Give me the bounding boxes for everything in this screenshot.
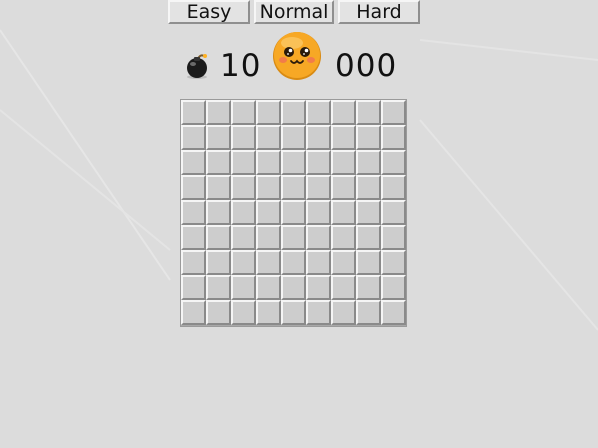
board-cell[interactable] <box>331 150 356 175</box>
board-cell[interactable] <box>331 125 356 150</box>
board-cell[interactable] <box>181 125 206 150</box>
board-cell[interactable] <box>306 200 331 225</box>
board-cell[interactable] <box>181 200 206 225</box>
board-cell[interactable] <box>281 300 306 325</box>
board-cell[interactable] <box>306 125 331 150</box>
board-cell[interactable] <box>381 125 406 150</box>
smiley-face-icon[interactable] <box>270 28 324 82</box>
board-cell[interactable] <box>356 300 381 325</box>
board-cell[interactable] <box>331 175 356 200</box>
easy-button[interactable]: Easy <box>168 0 250 24</box>
board-cell[interactable] <box>181 225 206 250</box>
board-cell[interactable] <box>256 275 281 300</box>
board-cell[interactable] <box>206 225 231 250</box>
board-cell[interactable] <box>256 100 281 125</box>
board-cell[interactable] <box>256 200 281 225</box>
board-cell[interactable] <box>281 125 306 150</box>
board-cell[interactable] <box>231 225 256 250</box>
board-cell[interactable] <box>331 200 356 225</box>
board-cell[interactable] <box>331 300 356 325</box>
board-cell[interactable] <box>206 175 231 200</box>
status-bar: 10 000 <box>180 28 410 92</box>
board-cell[interactable] <box>356 125 381 150</box>
board-cell[interactable] <box>381 250 406 275</box>
board-cell[interactable] <box>206 125 231 150</box>
board-cell[interactable] <box>381 275 406 300</box>
difficulty-selector: Easy Normal Hard <box>168 0 420 24</box>
board-cell[interactable] <box>181 150 206 175</box>
board-cell[interactable] <box>256 300 281 325</box>
board-cell[interactable] <box>356 200 381 225</box>
board-cell[interactable] <box>256 175 281 200</box>
game-board <box>180 99 407 327</box>
board-cell[interactable] <box>206 275 231 300</box>
board-cell[interactable] <box>256 225 281 250</box>
board-cell[interactable] <box>331 100 356 125</box>
board-cell[interactable] <box>381 225 406 250</box>
board-cell[interactable] <box>331 275 356 300</box>
board-cell[interactable] <box>356 275 381 300</box>
board-cell[interactable] <box>306 175 331 200</box>
board-cell[interactable] <box>256 150 281 175</box>
board-cell[interactable] <box>231 250 256 275</box>
board-cell[interactable] <box>181 175 206 200</box>
board-cell[interactable] <box>306 100 331 125</box>
board-cell[interactable] <box>306 150 331 175</box>
board-cell[interactable] <box>206 250 231 275</box>
board-cell[interactable] <box>206 150 231 175</box>
board-cell[interactable] <box>281 200 306 225</box>
board-cell[interactable] <box>356 225 381 250</box>
board-cell[interactable] <box>356 100 381 125</box>
board-cell[interactable] <box>381 150 406 175</box>
board-cell[interactable] <box>306 300 331 325</box>
board-cell[interactable] <box>231 100 256 125</box>
board-cell[interactable] <box>331 225 356 250</box>
board-cell[interactable] <box>231 175 256 200</box>
board-cell[interactable] <box>231 200 256 225</box>
board-cell[interactable] <box>306 275 331 300</box>
board-cell[interactable] <box>231 275 256 300</box>
board-cell[interactable] <box>181 300 206 325</box>
board-cell[interactable] <box>281 225 306 250</box>
mine-counter: 10 <box>220 48 262 84</box>
board-cell[interactable] <box>381 175 406 200</box>
hard-button[interactable]: Hard <box>338 0 420 24</box>
board-cell[interactable] <box>356 175 381 200</box>
board-cell[interactable] <box>281 175 306 200</box>
board-cell[interactable] <box>181 275 206 300</box>
board-cell[interactable] <box>281 250 306 275</box>
board-cell[interactable] <box>281 275 306 300</box>
board-cell[interactable] <box>256 125 281 150</box>
board-cell[interactable] <box>256 250 281 275</box>
board-cell[interactable] <box>306 250 331 275</box>
board-cell[interactable] <box>331 250 356 275</box>
timer: 000 <box>335 48 398 84</box>
board-cell[interactable] <box>206 300 231 325</box>
normal-button[interactable]: Normal <box>254 0 334 24</box>
board-cell[interactable] <box>181 100 206 125</box>
board-cell[interactable] <box>306 225 331 250</box>
board-cell[interactable] <box>281 150 306 175</box>
board-cell[interactable] <box>206 200 231 225</box>
board-cell[interactable] <box>231 300 256 325</box>
board-cell[interactable] <box>356 150 381 175</box>
board-cell[interactable] <box>231 150 256 175</box>
board-cell[interactable] <box>381 300 406 325</box>
board-cell[interactable] <box>231 125 256 150</box>
board-cell[interactable] <box>206 100 231 125</box>
board-cell[interactable] <box>381 200 406 225</box>
board-cell[interactable] <box>181 250 206 275</box>
board-cell[interactable] <box>381 100 406 125</box>
bomb-icon <box>187 54 207 79</box>
board-cell[interactable] <box>281 100 306 125</box>
board-cell[interactable] <box>356 250 381 275</box>
